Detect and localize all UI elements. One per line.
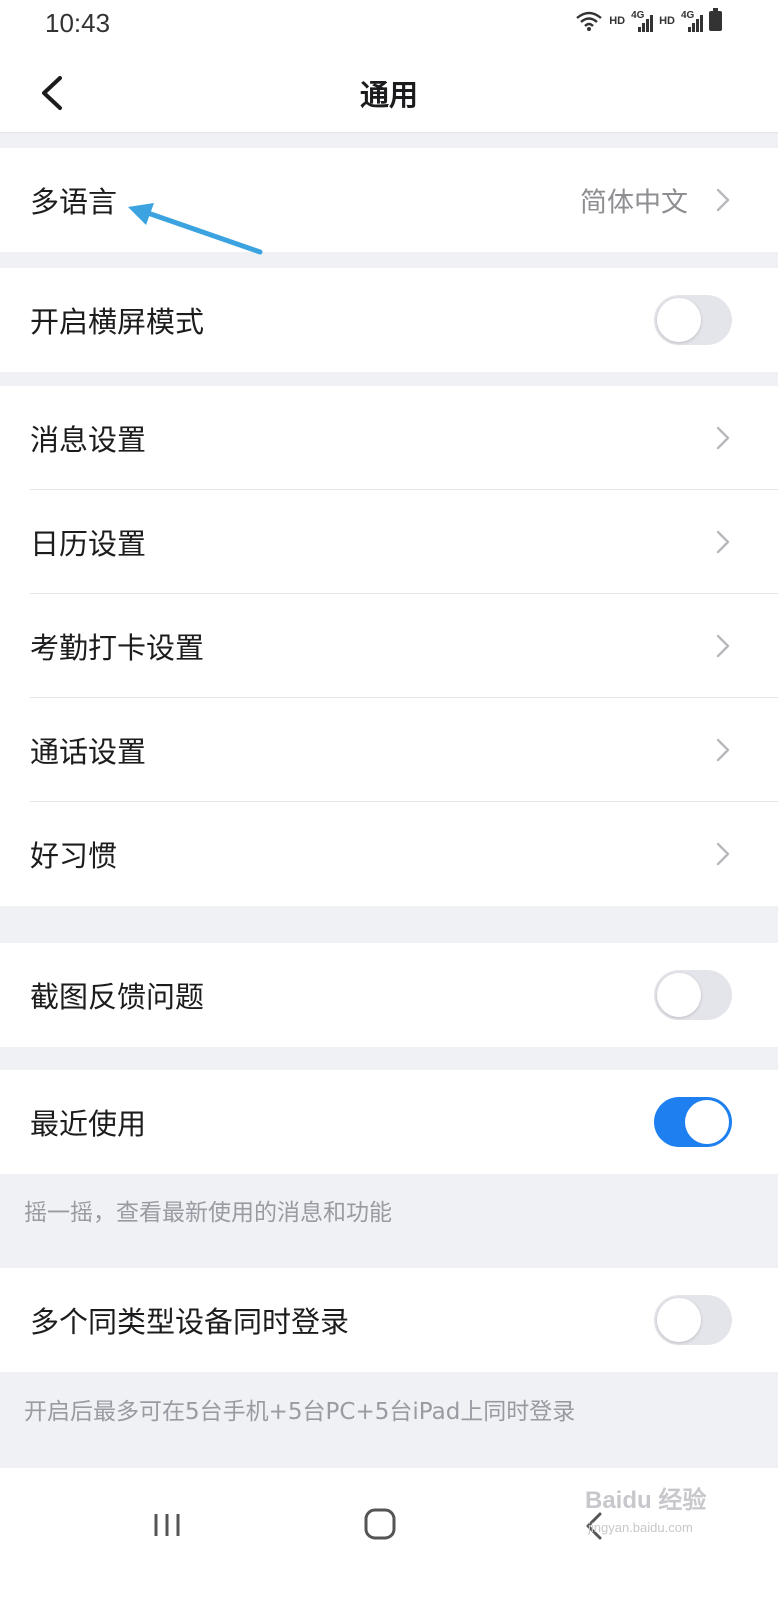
- chevron-right-icon: [716, 842, 730, 866]
- call-settings-label: 通话设置: [30, 735, 147, 769]
- signal-icon-1: 4G: [631, 10, 654, 32]
- landscape-label: 开启横屏模式: [30, 305, 205, 339]
- landscape-toggle[interactable]: [654, 295, 732, 345]
- multi-device-group: 多个同类型设备同时登录: [0, 1268, 778, 1372]
- watermark-url: jingyan.baidu.com: [588, 1520, 693, 1535]
- chevron-right-icon: [716, 530, 730, 554]
- recently-used-label: 最近使用: [30, 1107, 147, 1141]
- attendance-settings-row[interactable]: 考勤打卡设置: [0, 594, 778, 698]
- chevron-right-icon: [716, 188, 730, 212]
- status-icons: HD 4G HD 4G: [575, 8, 722, 32]
- recently-used-row: 最近使用: [0, 1070, 778, 1174]
- language-value: 简体中文: [580, 187, 688, 219]
- recently-used-group: 最近使用: [0, 1070, 778, 1174]
- nav-bar: 通用: [0, 50, 778, 133]
- attendance-settings-label: 考勤打卡设置: [30, 631, 205, 665]
- page-title: 通用: [359, 78, 418, 112]
- recently-used-hint: 摇一摇，查看最新使用的消息和功能: [24, 1200, 392, 1226]
- landscape-group: 开启横屏模式: [0, 268, 778, 372]
- good-habits-label: 好习惯: [30, 839, 118, 873]
- landscape-row: 开启横屏模式: [0, 268, 778, 372]
- message-settings-row[interactable]: 消息设置: [0, 386, 778, 490]
- message-settings-label: 消息设置: [30, 423, 147, 457]
- screenshot-feedback-group: 截图反馈问题: [0, 943, 778, 1047]
- home-icon[interactable]: [362, 1506, 398, 1542]
- language-row[interactable]: 多语言 简体中文: [0, 148, 778, 252]
- settings-group: 消息设置 日历设置 考勤打卡设置 通话设置 好习惯: [0, 386, 778, 906]
- chevron-right-icon: [716, 634, 730, 658]
- recent-apps-icon[interactable]: [150, 1508, 184, 1542]
- good-habits-row[interactable]: 好习惯: [0, 802, 778, 906]
- screenshot-feedback-row: 截图反馈问题: [0, 943, 778, 1047]
- watermark-brand: Baidu 经验: [585, 1487, 707, 1514]
- language-group: 多语言 简体中文: [0, 148, 778, 252]
- language-label: 多语言: [30, 185, 118, 219]
- wifi-icon: [576, 11, 602, 31]
- screenshot-feedback-label: 截图反馈问题: [30, 980, 205, 1014]
- calendar-settings-row[interactable]: 日历设置: [0, 490, 778, 594]
- screenshot-feedback-toggle[interactable]: [654, 970, 732, 1020]
- chevron-right-icon: [716, 738, 730, 762]
- recently-used-toggle[interactable]: [654, 1097, 732, 1147]
- call-settings-row[interactable]: 通话设置: [0, 698, 778, 802]
- multi-device-login-row: 多个同类型设备同时登录: [0, 1268, 778, 1372]
- hd-label-1: HD: [609, 15, 626, 27]
- battery-icon: [709, 8, 722, 31]
- multi-device-login-label: 多个同类型设备同时登录: [30, 1305, 350, 1339]
- status-bar: 10:43 HD 4G HD 4G: [0, 0, 778, 50]
- hd-label-2: HD: [659, 15, 675, 27]
- chevron-right-icon: [716, 426, 730, 450]
- calendar-settings-label: 日历设置: [30, 527, 147, 561]
- signal-icon-2: 4G: [681, 10, 703, 32]
- annotation-arrow-icon: [128, 203, 263, 255]
- multi-device-login-toggle[interactable]: [654, 1295, 732, 1345]
- multi-device-login-hint: 开启后最多可在5台手机+5台PC+5台iPad上同时登录: [24, 1399, 576, 1425]
- status-time: 10:43: [45, 8, 111, 38]
